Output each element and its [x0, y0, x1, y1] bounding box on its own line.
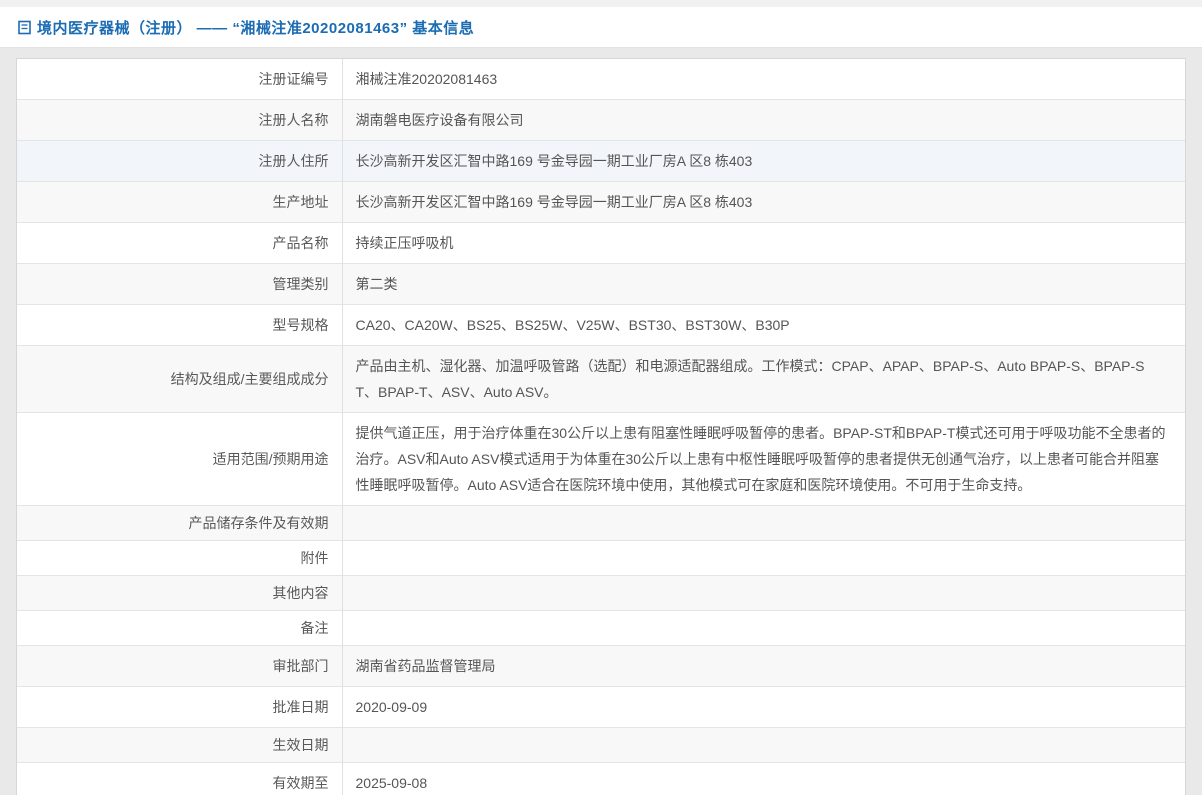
table-row: 产品名称 持续正压呼吸机 — [17, 223, 1185, 264]
row-value — [342, 506, 1185, 541]
page-title: 境内医疗器械（注册） —— “湘械注准20202081463” 基本信息 — [37, 17, 474, 38]
row-label: 注册人名称 — [17, 100, 342, 141]
row-label: 生产地址 — [17, 182, 342, 223]
row-value: 持续正压呼吸机 — [342, 223, 1185, 264]
row-label-text: 备注 — [301, 620, 329, 636]
row-label-text: 注册人住所 — [259, 153, 329, 169]
row-value: 湖南省药品监督管理局 — [342, 646, 1185, 687]
row-value: 长沙高新开发区汇智中路169 号金导园一期工业厂房A 区8 栋403 — [342, 141, 1185, 182]
table-row: 有效期至 2025-09-08 — [17, 763, 1185, 795]
registration-table: 注册证编号 湘械注准20202081463 注册人名称 湖南磐电医疗设备有限公司… — [17, 59, 1185, 795]
row-label: 其他内容 — [17, 576, 342, 611]
row-label: 审批部门 — [17, 646, 342, 687]
row-value: 湘械注准20202081463 — [342, 59, 1185, 100]
row-label-text: 结构及组成/主要组成成分 — [171, 371, 329, 387]
row-value — [342, 541, 1185, 576]
row-label-text: 附件 — [301, 550, 329, 566]
table-row: 批准日期 2020-09-09 — [17, 687, 1185, 728]
registration-info-card: 注册证编号 湘械注准20202081463 注册人名称 湖南磐电医疗设备有限公司… — [16, 58, 1186, 795]
table-row: 备注 — [17, 611, 1185, 646]
row-label-text: 型号规格 — [273, 317, 329, 333]
row-value: 长沙高新开发区汇智中路169 号金导园一期工业厂房A 区8 栋403 — [342, 182, 1185, 223]
row-label: 管理类别 — [17, 264, 342, 305]
table-row: 审批部门 湖南省药品监督管理局 — [17, 646, 1185, 687]
page-header: 境内医疗器械（注册） —— “湘械注准20202081463” 基本信息 — [0, 7, 1202, 48]
row-value: 第二类 — [342, 264, 1185, 305]
row-value: 产品由主机、湿化器、加温呼吸管路（选配）和电源适配器组成。工作模式：CPAP、A… — [342, 346, 1185, 413]
row-label-text: 产品名称 — [273, 235, 329, 251]
row-label-text: 产品储存条件及有效期 — [189, 515, 329, 531]
table-row: 其他内容 — [17, 576, 1185, 611]
row-value: CA20、CA20W、BS25、BS25W、V25W、BST30、BST30W、… — [342, 305, 1185, 346]
row-label-text: 批准日期 — [273, 699, 329, 715]
top-strip — [0, 0, 1202, 7]
row-label: 批准日期 — [17, 687, 342, 728]
row-label: 有效期至 — [17, 763, 342, 795]
row-label-text: 适用范围/预期用途 — [213, 451, 329, 467]
row-label: 适用范围/预期用途 — [17, 413, 342, 506]
row-label-text: 生产地址 — [273, 194, 329, 210]
row-value — [342, 611, 1185, 646]
row-label: 注册证编号 — [17, 59, 342, 100]
table-row: 生产地址 长沙高新开发区汇智中路169 号金导园一期工业厂房A 区8 栋403 — [17, 182, 1185, 223]
row-label-text: 其他内容 — [273, 585, 329, 601]
row-label-text: 注册人名称 — [259, 112, 329, 128]
row-label: 附件 — [17, 541, 342, 576]
table-row: 注册证编号 湘械注准20202081463 — [17, 59, 1185, 100]
row-value — [342, 576, 1185, 611]
row-label: 结构及组成/主要组成成分 — [17, 346, 342, 413]
table-row: 生效日期 — [17, 728, 1185, 763]
row-value: 2020-09-09 — [342, 687, 1185, 728]
row-label: 产品名称 — [17, 223, 342, 264]
row-label-text: 有效期至 — [273, 775, 329, 791]
table-row: 注册人住所 长沙高新开发区汇智中路169 号金导园一期工业厂房A 区8 栋403 — [17, 141, 1185, 182]
row-label: 备注 — [17, 611, 342, 646]
row-label: 型号规格 — [17, 305, 342, 346]
row-value: 2025-09-08 — [342, 763, 1185, 795]
table-row: 管理类别 第二类 — [17, 264, 1185, 305]
table-row: 产品储存条件及有效期 — [17, 506, 1185, 541]
row-value: 湖南磐电医疗设备有限公司 — [342, 100, 1185, 141]
row-label: 产品储存条件及有效期 — [17, 506, 342, 541]
row-label-text: 审批部门 — [273, 658, 329, 674]
document-icon — [17, 20, 32, 35]
row-label: 注册人住所 — [17, 141, 342, 182]
row-label-text: 注册证编号 — [259, 71, 329, 87]
row-value: 提供气道正压，用于治疗体重在30公斤以上患有阻塞性睡眠呼吸暂停的患者。BPAP-… — [342, 413, 1185, 506]
table-row: 注册人名称 湖南磐电医疗设备有限公司 — [17, 100, 1185, 141]
table-row: 适用范围/预期用途 提供气道正压，用于治疗体重在30公斤以上患有阻塞性睡眠呼吸暂… — [17, 413, 1185, 506]
row-label-text: 管理类别 — [273, 276, 329, 292]
row-value — [342, 728, 1185, 763]
registration-table-body: 注册证编号 湘械注准20202081463 注册人名称 湖南磐电医疗设备有限公司… — [17, 59, 1185, 795]
table-row: 型号规格 CA20、CA20W、BS25、BS25W、V25W、BST30、BS… — [17, 305, 1185, 346]
table-row: 附件 — [17, 541, 1185, 576]
row-label: 生效日期 — [17, 728, 342, 763]
table-row: 结构及组成/主要组成成分 产品由主机、湿化器、加温呼吸管路（选配）和电源适配器组… — [17, 346, 1185, 413]
row-label-text: 生效日期 — [273, 737, 329, 753]
